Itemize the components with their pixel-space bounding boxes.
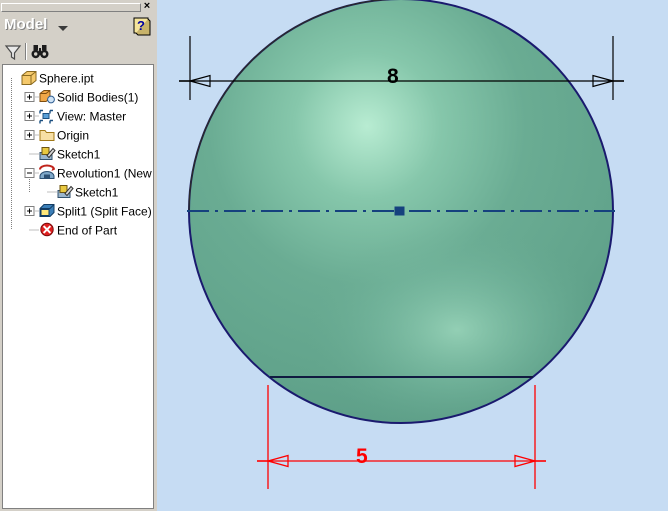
tree-item-label: Sketch1 bbox=[75, 186, 119, 200]
tree-item[interactable]: Solid Bodies(1) bbox=[24, 90, 138, 105]
tree-item-label: Solid Bodies(1) bbox=[57, 91, 138, 105]
tree-item-label: View: Master bbox=[57, 110, 126, 124]
tree-item-label: End of Part bbox=[57, 224, 118, 238]
tree-item[interactable]: Sketch1 bbox=[47, 185, 119, 200]
panel-header: Model ? bbox=[0, 13, 157, 40]
split-width-dimension-value[interactable]: 5 bbox=[356, 446, 368, 467]
panel-title-bar: × bbox=[0, 0, 157, 13]
tree-item-label: Sphere.ipt bbox=[39, 72, 94, 86]
panel-title: Model bbox=[4, 16, 48, 33]
model-browser-panel: × Model ? Sphere.ipt Solid Bodies(1) Vie… bbox=[0, 0, 157, 511]
tree-item-label: Origin bbox=[57, 129, 89, 143]
tree-item[interactable]: Sphere.ipt bbox=[21, 71, 94, 86]
browser-toolbar bbox=[0, 40, 157, 65]
tree-item-label: Sketch1 bbox=[57, 148, 101, 162]
tree-item[interactable]: Split1 (Split Face) bbox=[24, 204, 152, 219]
tree-item[interactable]: Origin bbox=[24, 129, 89, 143]
tree-item[interactable]: Sketch1 bbox=[29, 147, 101, 162]
tree-item[interactable]: Revolution1 (New S bbox=[24, 164, 153, 181]
close-icon[interactable]: × bbox=[140, 0, 154, 13]
tree-item[interactable]: End of Part bbox=[29, 222, 118, 238]
chevron-down-icon[interactable] bbox=[58, 26, 68, 31]
diameter-dimension-value[interactable]: 8 bbox=[387, 66, 399, 87]
panel-drag-grip[interactable] bbox=[1, 3, 141, 12]
center-point-marker bbox=[394, 206, 405, 216]
sphere-solid[interactable] bbox=[188, 0, 614, 435]
binoculars-icon[interactable] bbox=[30, 42, 50, 62]
tree-item[interactable]: View: Master bbox=[24, 110, 126, 124]
model-viewport bbox=[179, 0, 624, 489]
inventor-window: × Model ? Sphere.ipt Solid Bodies(1) Vie… bbox=[0, 0, 668, 511]
help-question-icon[interactable]: ? bbox=[131, 16, 151, 36]
tree-item-label: Revolution1 (New S bbox=[57, 167, 153, 181]
model-tree[interactable]: Sphere.ipt Solid Bodies(1) View: Master Ori… bbox=[2, 64, 154, 509]
svg-text:?: ? bbox=[137, 18, 145, 33]
tree-item-label: Split1 (Split Face) bbox=[57, 205, 152, 219]
toolbar-separator bbox=[25, 43, 27, 60]
tree-rendering: Sphere.ipt Solid Bodies(1) View: Master Ori… bbox=[11, 71, 153, 238]
filter-funnel-icon[interactable] bbox=[3, 42, 23, 62]
graphics-window[interactable]: 8 5 bbox=[157, 0, 668, 511]
